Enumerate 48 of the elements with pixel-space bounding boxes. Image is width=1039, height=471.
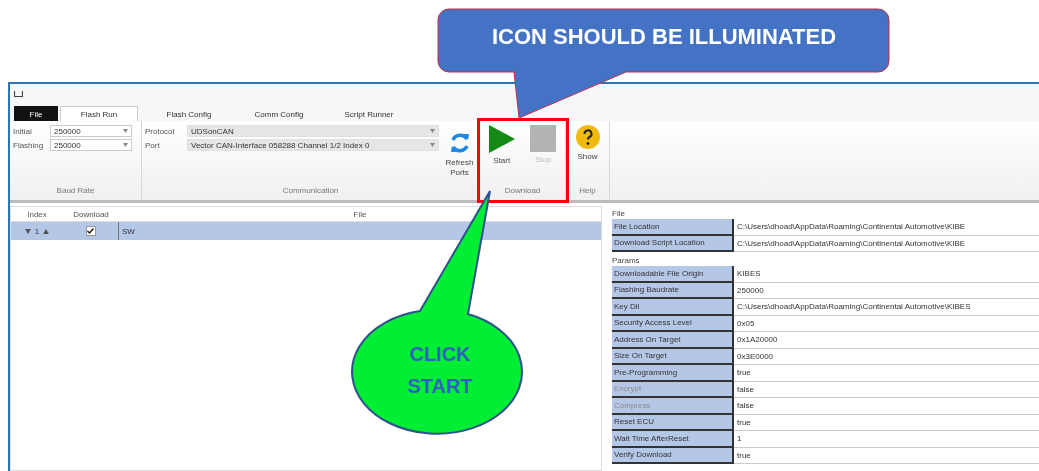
table-cell: 1 [34, 226, 40, 236]
file-menu[interactable]: File [14, 106, 58, 121]
field-label: Flashing [13, 140, 45, 150]
group-label: Baud Rate [55, 186, 96, 197]
help-icon [575, 125, 600, 149]
caret-icon [123, 143, 128, 147]
group-label: Download [503, 186, 542, 197]
field-label: Port [145, 140, 161, 150]
dropdown[interactable]: 250000 [50, 139, 132, 151]
checkbox[interactable] [85, 226, 96, 236]
dropdown[interactable]: Vector CAN-Interface 058288 Channel 1/2 Index 0 [187, 139, 439, 151]
stop-icon [530, 125, 557, 152]
ribbon-tab[interactable]: Flash Run [60, 106, 138, 121]
property-label: Key Dll [612, 299, 734, 316]
caret-icon [123, 129, 128, 133]
column-header: Index [26, 208, 48, 221]
refresh-button[interactable]: Refresh Ports [443, 131, 476, 186]
column-header: Download [72, 208, 110, 221]
caret-icon [430, 143, 435, 147]
callout-text: ICON SHOULD BE ILLUMINATED [490, 24, 838, 50]
field-label: Initial [13, 126, 33, 136]
start-button[interactable]: Start [483, 125, 521, 186]
field-label: Protocol [145, 126, 176, 136]
ribbon-tab[interactable]: Script Runner [330, 106, 408, 121]
property-label: File Location [612, 219, 734, 236]
dropdown[interactable]: 250000 [50, 125, 132, 137]
property-label: Compress [612, 398, 734, 415]
table-row[interactable]: 1 SW [11, 222, 601, 240]
ribbon-tab[interactable]: Comm Config [240, 106, 318, 121]
dropdown[interactable]: UDSonCAN [187, 125, 439, 137]
section-title: Params [612, 256, 641, 266]
play-icon [488, 125, 515, 153]
property-label: Pre-Programming [612, 365, 734, 382]
property-label: Downloadable File Origin [612, 266, 734, 283]
group-label: Help [578, 186, 597, 197]
app-icon [14, 91, 23, 97]
property-label: Wait Time AfterReset [612, 431, 734, 448]
ribbon-tab[interactable]: Flash Config [150, 106, 228, 121]
section-title: File [612, 209, 626, 219]
help-button[interactable]: Show [569, 125, 606, 186]
callout-text: CLICK START [406, 342, 474, 399]
property-label: Address On Target [612, 332, 734, 349]
caret-icon [430, 129, 435, 133]
down-arrow-icon[interactable] [24, 228, 31, 234]
group-label: Communication [281, 186, 340, 197]
table-cell: SW [122, 226, 135, 236]
column-header: File [352, 208, 368, 221]
up-arrow-icon[interactable] [43, 228, 50, 234]
